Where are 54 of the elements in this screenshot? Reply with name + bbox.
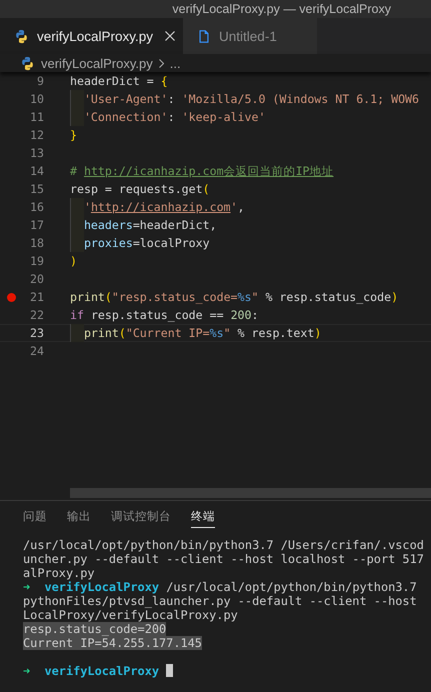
code-line: print("Current IP=%s" % resp.text) xyxy=(84,326,322,340)
code-line: headerDict = { xyxy=(70,74,168,88)
line-number: 15 xyxy=(29,182,44,196)
line-number: 22 xyxy=(29,308,44,322)
window-title: verifyLocalProxy.py — verifyLocalProxy xyxy=(172,2,391,16)
code-line: proxies=localProxy xyxy=(84,236,210,250)
breadcrumb-item[interactable]: verifyLocalProxy.py xyxy=(41,56,153,70)
code-line: 'User-Agent': 'Mozilla/5.0 (Windows NT 6.1; WOW6 xyxy=(84,92,420,106)
terminal-line: /usr/local/opt/python/bin/python3.7 /Users/crifan/.vscod xyxy=(23,538,424,552)
code-line: print("resp.status_code=%s" % resp.status_code) xyxy=(70,290,398,304)
terminal-line: LocalProxy/verifyLocalProxy.py xyxy=(23,608,238,622)
code-line: 'Connection': 'keep-alive' xyxy=(84,110,266,124)
terminal-line: resp.status_code=200 xyxy=(23,622,166,636)
terminal-line: ➜ verifyLocalProxy /usr/local/opt/python/bin/python3.7 xyxy=(23,580,417,594)
panel-tab[interactable]: 调试控制台 xyxy=(111,509,171,527)
horizontal-scrollbar[interactable] xyxy=(70,488,431,498)
line-number: 16 xyxy=(29,200,44,214)
terminal-line: uncher.py --default --client --host localhost --port 517 xyxy=(23,552,424,566)
code-line: resp = requests.get( xyxy=(70,182,210,196)
line-number: 9 xyxy=(36,74,44,88)
python-file-icon xyxy=(14,28,29,44)
line-number: 17 xyxy=(29,218,44,232)
code-line: ) xyxy=(70,254,77,268)
line-number: 24 xyxy=(29,344,44,358)
line-number: 23 xyxy=(29,326,44,340)
breakpoint-dot[interactable] xyxy=(6,292,16,302)
file-icon xyxy=(197,28,212,44)
line-number: 19 xyxy=(29,254,44,268)
code-line: 'http://icanhazip.com', xyxy=(84,200,245,214)
code-line: headers=headerDict, xyxy=(84,218,217,232)
editor-tab[interactable]: verifyLocalProxy.py xyxy=(0,18,184,54)
line-number: 10 xyxy=(29,92,44,106)
code-line: # http://icanhazip.com会返回当前的IP地址 xyxy=(70,164,334,178)
line-number: 13 xyxy=(29,146,44,160)
panel-tab[interactable]: 问题 xyxy=(23,509,47,527)
code-line: } xyxy=(70,128,77,142)
panel-tab[interactable]: 输出 xyxy=(67,509,91,527)
editor-tab[interactable]: Untitled-1 xyxy=(183,18,317,54)
line-number: 12 xyxy=(29,128,44,142)
line-number: 20 xyxy=(29,272,44,286)
code-line: if resp.status_code == 200: xyxy=(70,308,258,322)
close-icon[interactable] xyxy=(165,31,176,41)
line-number: 21 xyxy=(29,290,44,304)
line-number: 14 xyxy=(29,164,44,178)
terminal-line: alProxy.py xyxy=(23,566,95,580)
line-number: 18 xyxy=(29,236,44,250)
terminal-line: Current IP=54.255.177.145 xyxy=(23,636,202,650)
python-file-icon xyxy=(20,56,35,70)
chevron-icon xyxy=(158,58,164,68)
line-number: 11 xyxy=(29,110,44,124)
panel-tab[interactable]: 终端 xyxy=(191,509,215,528)
breadcrumb-item[interactable]: ... xyxy=(170,56,181,70)
terminal-line: pythonFiles/ptvsd_launcher.py --default --client --host xyxy=(23,594,417,608)
terminal-line: ➜ verifyLocalProxy xyxy=(23,664,160,678)
